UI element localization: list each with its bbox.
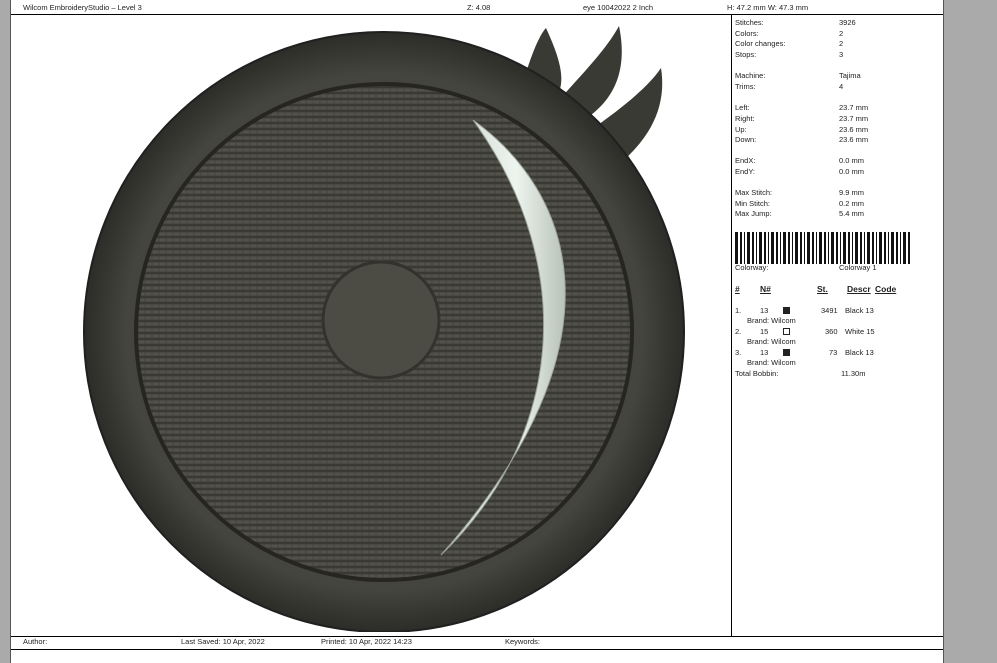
col-header-index: # (735, 284, 740, 294)
swatch-white (783, 328, 790, 335)
stat-row: Left: 23.7 mm (735, 103, 869, 112)
zoom-level: Z: 4.08 (467, 3, 491, 12)
swatch-black (783, 349, 790, 356)
author-label: Author: (23, 637, 48, 646)
bobbin-row: Total Bobbin: 11.30m (735, 369, 866, 378)
design-name: eye 10042022 2 Inch (583, 3, 654, 12)
stat-row: Stops: 3 (735, 49, 844, 59)
panel-divider (731, 14, 732, 636)
footer-bottom-line (11, 649, 943, 650)
stat-row: Trims: 4 (735, 82, 844, 91)
colorway-row: Colorway: Colorway 1 (735, 263, 877, 272)
barcode-image (735, 232, 910, 264)
stat-row: Down: 23.6 mm (735, 135, 869, 144)
thread-brand: Brand: Wilcom (747, 316, 796, 325)
thread-brand: Brand: Wilcom (747, 358, 796, 367)
thread-row: 3. 13 73 Black 13 (735, 348, 874, 357)
last-saved: Last Saved: 10 Apr, 2022 (181, 637, 265, 646)
stat-row: Machine: Tajima (735, 71, 861, 80)
footer-bar: Author: Last Saved: 10 Apr, 2022 Printed… (11, 637, 943, 649)
printed-date: Printed: 10 Apr, 2022 14:23 (321, 637, 412, 646)
col-header-descr: Descr (847, 284, 871, 294)
col-header-stitches: St. (817, 284, 828, 294)
stat-row: Right: 23.7 mm (735, 114, 869, 123)
stat-row: Colors: 2 (735, 28, 844, 38)
print-preview-sheet: Wilcom EmbroideryStudio – Level 3 Z: 4.0… (10, 0, 944, 663)
stat-row: Stitches: 3926 (735, 18, 856, 27)
stat-row: Up: 23.6 mm (735, 124, 869, 134)
stat-row: EndY: 0.0 mm (735, 167, 865, 176)
stat-row: Min Stitch: 0.2 mm (735, 198, 865, 208)
thread-row: 1. 13 3491 Black 13 (735, 306, 874, 315)
col-header-code: Code (875, 284, 897, 294)
col-header-number: N# (760, 284, 771, 294)
embroidery-design (83, 26, 685, 632)
design-size: H: 47.2 mm W: 47.3 mm (727, 3, 809, 12)
stat-row: Color changes: 2 (735, 39, 844, 48)
app-title: Wilcom EmbroideryStudio – Level 3 (23, 3, 142, 12)
pupil (321, 260, 441, 380)
swatch-black (783, 307, 790, 314)
header-bar: Wilcom EmbroideryStudio – Level 3 Z: 4.0… (11, 0, 943, 15)
thread-brand: Brand: Wilcom (747, 337, 796, 346)
stat-row: EndX: 0.0 mm (735, 156, 865, 165)
stat-row: Max Jump: 5.4 mm (735, 209, 865, 218)
stat-row: Max Stitch: 9.9 mm (735, 188, 865, 197)
keywords-label: Keywords: (505, 637, 541, 646)
thread-row: 2. 15 360 White 15 (735, 327, 875, 336)
